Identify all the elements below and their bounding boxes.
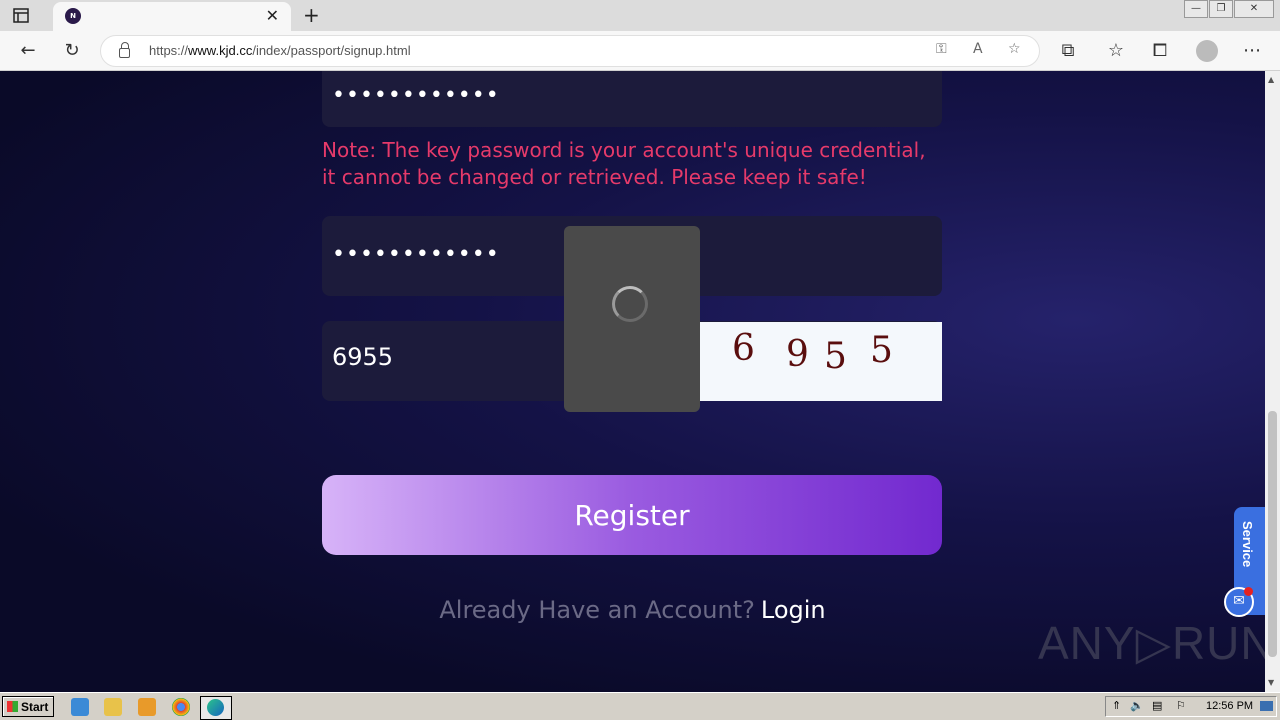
- restore-icon[interactable]: ❐: [1209, 0, 1233, 18]
- edge-icon: [207, 699, 224, 716]
- page-scrollbar[interactable]: ▲ ▼: [1265, 71, 1280, 692]
- captcha-digit: 5: [824, 336, 847, 377]
- system-tray: ⇑ 🔈 ▤ ⚐ 12:56 PM: [1105, 696, 1277, 717]
- flag-icon[interactable]: ⚐: [1176, 699, 1186, 712]
- collections-icon[interactable]: ⧠: [1147, 38, 1173, 64]
- edge-taskbar-button[interactable]: [200, 696, 232, 720]
- extensions-icon[interactable]: ⧉: [1055, 38, 1081, 64]
- clock: 12:56 PM: [1206, 700, 1254, 712]
- scroll-up-icon[interactable]: ▲: [1268, 75, 1274, 84]
- ie-icon[interactable]: [71, 698, 89, 716]
- url-text: https://www.kjd.cc/index/passport/signup…: [149, 43, 411, 58]
- confirm-key-password-value: ••••••••••••: [332, 242, 500, 267]
- back-icon[interactable]: ←: [15, 38, 41, 64]
- address-bar[interactable]: https://www.kjd.cc/index/passport/signup…: [100, 35, 1040, 67]
- anyrun-watermark: ANY▷RUN: [1038, 617, 1265, 669]
- minimize-icon[interactable]: —: [1184, 0, 1208, 18]
- taskbar: Start ⇑ 🔈 ▤ ⚐ 12:56 PM: [0, 692, 1280, 720]
- explorer-icon[interactable]: [104, 698, 122, 716]
- scroll-thumb[interactable]: [1268, 411, 1277, 657]
- site-favicon-icon: N: [65, 8, 81, 24]
- page-content: •••••••••••• Note: The key password is y…: [0, 71, 1265, 692]
- read-aloud-icon[interactable]: A: [973, 41, 983, 57]
- captcha-digit: 9: [786, 334, 809, 375]
- new-tab-icon[interactable]: +: [303, 4, 320, 26]
- profile-avatar[interactable]: [1196, 40, 1218, 62]
- key-password-input[interactable]: ••••••••••••: [322, 71, 942, 127]
- key-password-value: ••••••••••••: [332, 83, 500, 108]
- scroll-down-icon[interactable]: ▼: [1268, 678, 1274, 687]
- key-icon[interactable]: ⚿: [936, 41, 947, 57]
- already-have-account-text: Already Have an Account?: [439, 596, 755, 624]
- chrome-icon[interactable]: [172, 698, 190, 716]
- start-button[interactable]: Start: [2, 696, 54, 717]
- register-button[interactable]: Register: [322, 475, 942, 555]
- service-label: Service: [1240, 521, 1255, 568]
- captcha-image[interactable]: 6 9 5 5: [700, 322, 942, 401]
- favorites-icon[interactable]: ☆: [1103, 38, 1129, 64]
- media-player-icon[interactable]: [138, 698, 156, 716]
- tab-bar: N ✕ + — ❐ ✕: [0, 0, 1280, 31]
- lock-icon: [119, 42, 130, 58]
- refresh-icon[interactable]: ↻: [59, 38, 85, 64]
- captcha-digit: 6: [732, 328, 755, 369]
- desktop-icon[interactable]: [1260, 701, 1273, 711]
- add-favorite-icon[interactable]: ☆: [1008, 41, 1021, 57]
- window-close-icon[interactable]: ✕: [1234, 0, 1274, 18]
- captcha-input-value: 6955: [332, 343, 394, 371]
- tab-actions-icon[interactable]: [12, 7, 30, 25]
- loading-spinner-icon: [612, 286, 648, 322]
- browser-tab[interactable]: N ✕: [53, 2, 291, 31]
- key-password-note: Note: The key password is your account's…: [322, 138, 926, 189]
- volume-icon[interactable]: 🔈: [1130, 699, 1144, 712]
- notification-dot: [1244, 587, 1253, 596]
- tab-close-icon[interactable]: ✕: [266, 7, 279, 25]
- browser-toolbar: ← ↻ https://www.kjd.cc/index/passport/si…: [0, 31, 1280, 71]
- login-link[interactable]: Login: [761, 596, 826, 624]
- captcha-digit: 5: [870, 330, 893, 371]
- network-icon[interactable]: ▤: [1152, 699, 1162, 712]
- more-menu-icon[interactable]: ⋯: [1239, 38, 1265, 64]
- tray-expand-icon[interactable]: ⇑: [1112, 699, 1121, 712]
- loading-overlay: [564, 226, 700, 412]
